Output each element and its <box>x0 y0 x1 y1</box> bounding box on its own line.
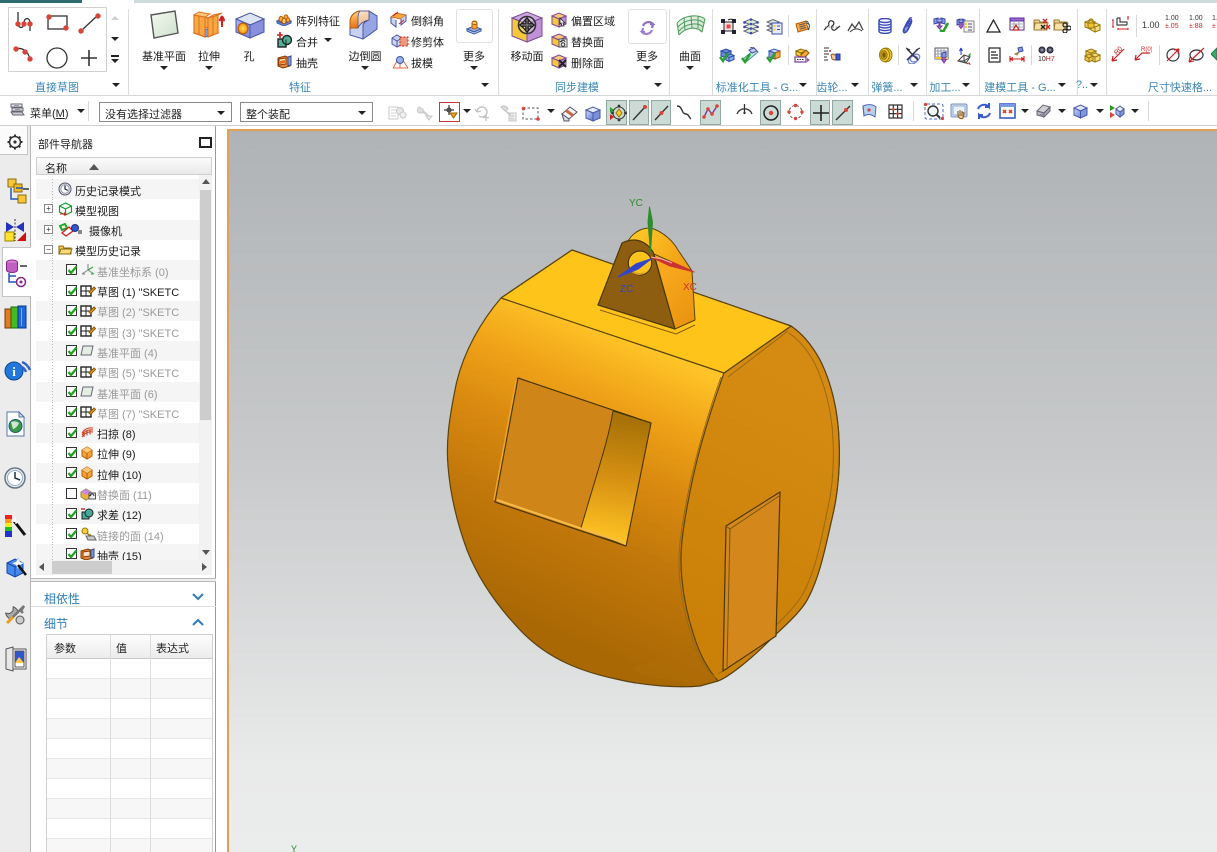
svg-text:R0: R0 <box>1113 46 1124 57</box>
svg-text:XC: XC <box>683 282 697 293</box>
svg-text:R(0): R(0) <box>1141 47 1152 53</box>
svg-text:ZC: ZC <box>620 284 633 295</box>
svg-text:10H7: 10H7 <box>1038 56 1055 63</box>
svg-text:YC: YC <box>629 198 643 209</box>
svg-text:Y: Y <box>291 844 297 852</box>
svg-text:i: i <box>12 364 16 379</box>
